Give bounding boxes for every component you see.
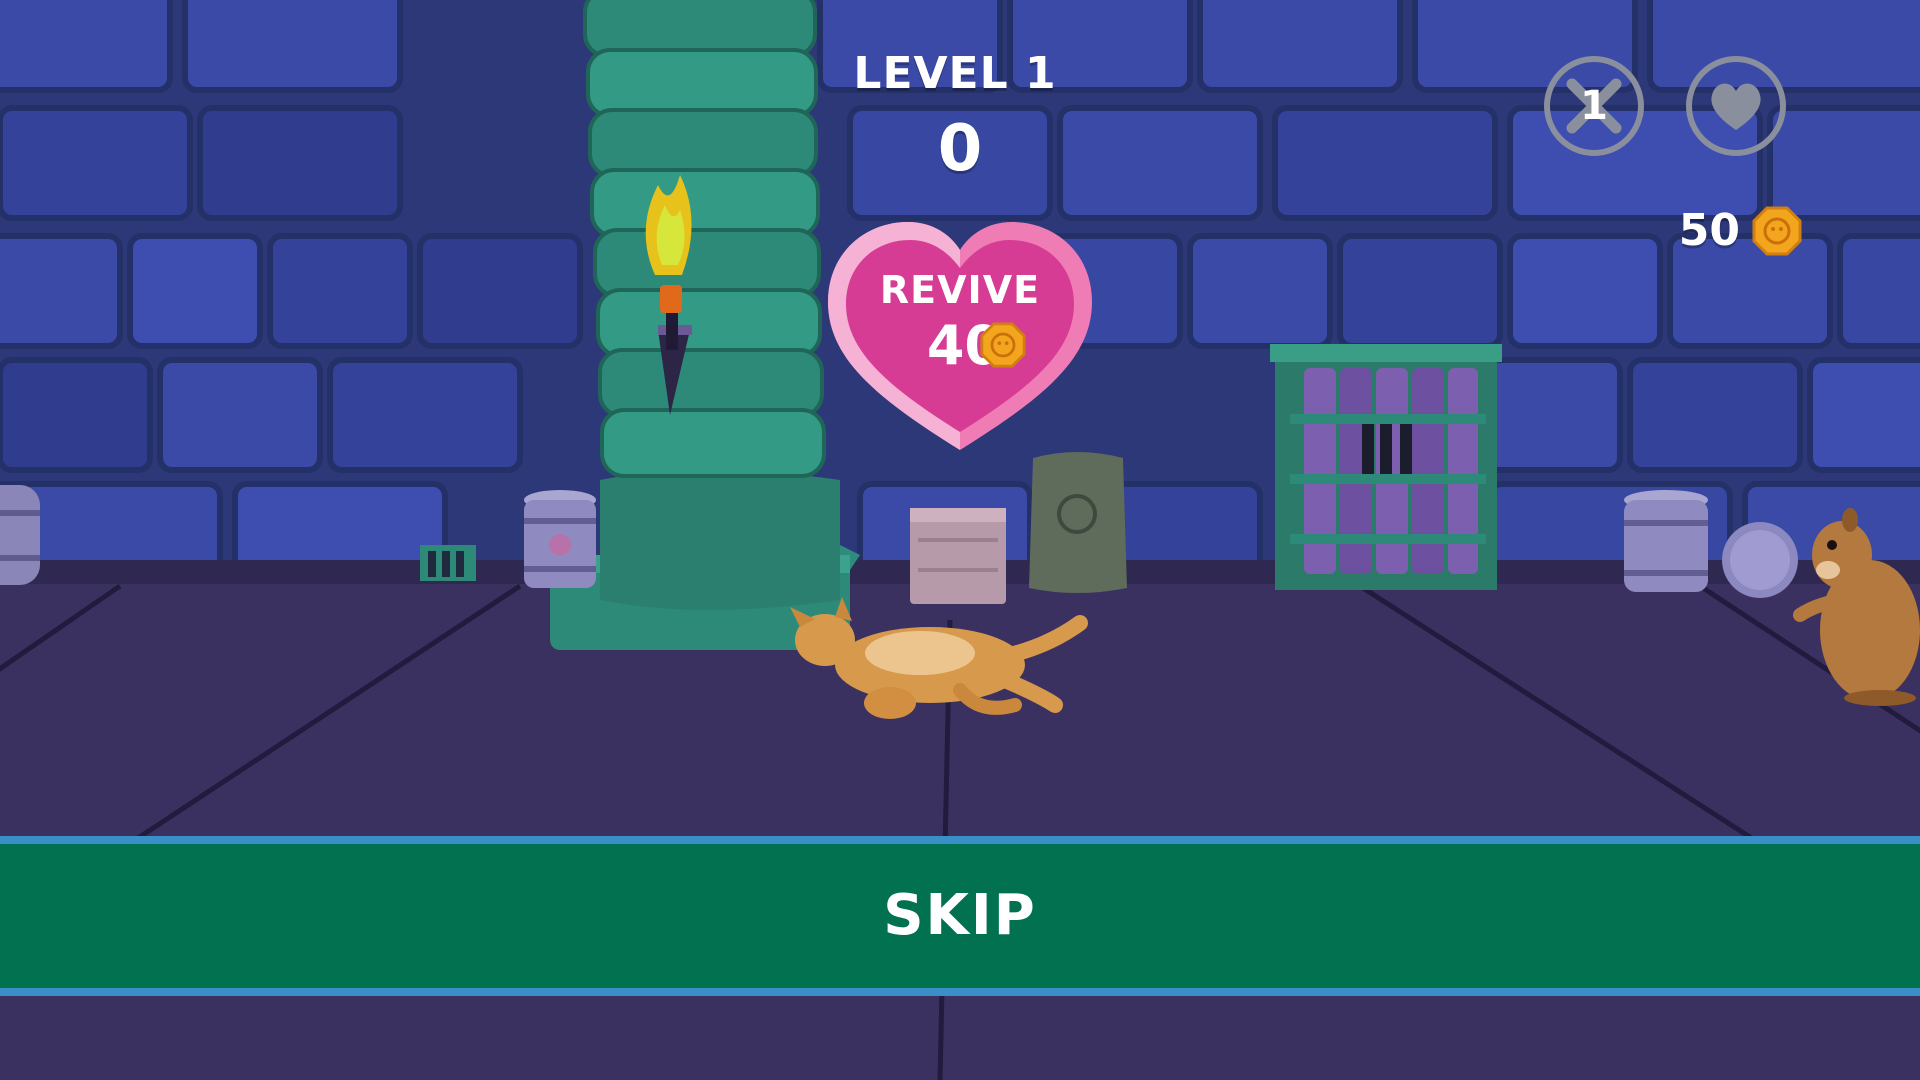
revive-label: REVIVE: [879, 268, 1041, 312]
coin-icon: [1752, 206, 1802, 256]
score-counter: 0: [937, 112, 983, 186]
heart-icon: [1711, 83, 1761, 130]
skip-button[interactable]: SKIP: [0, 836, 1920, 996]
game-scene: LEVEL 1 0 1 50 REVIVE 40 SKIP: [0, 0, 1920, 1080]
wooden-crate: [910, 508, 1006, 604]
barrel-left: [0, 485, 40, 585]
prison-door: [1270, 344, 1502, 590]
revive-button[interactable]: REVIVE 40: [820, 210, 1100, 460]
skip-label: SKIP: [883, 883, 1037, 948]
coin-balance: 50: [1678, 205, 1740, 256]
barrel: [524, 490, 596, 588]
favorite-button[interactable]: [1686, 56, 1786, 156]
level-label: LEVEL 1: [853, 48, 1057, 99]
fallen-cat-character: [790, 597, 1088, 719]
squirrel-character: [1722, 508, 1920, 706]
lives-button[interactable]: 1: [1544, 56, 1644, 156]
grain-sack: [1029, 452, 1127, 593]
lives-count: 1: [1580, 83, 1608, 129]
grate: [420, 545, 476, 581]
coin-icon: [980, 322, 1026, 368]
barrel-right: [1624, 490, 1708, 592]
